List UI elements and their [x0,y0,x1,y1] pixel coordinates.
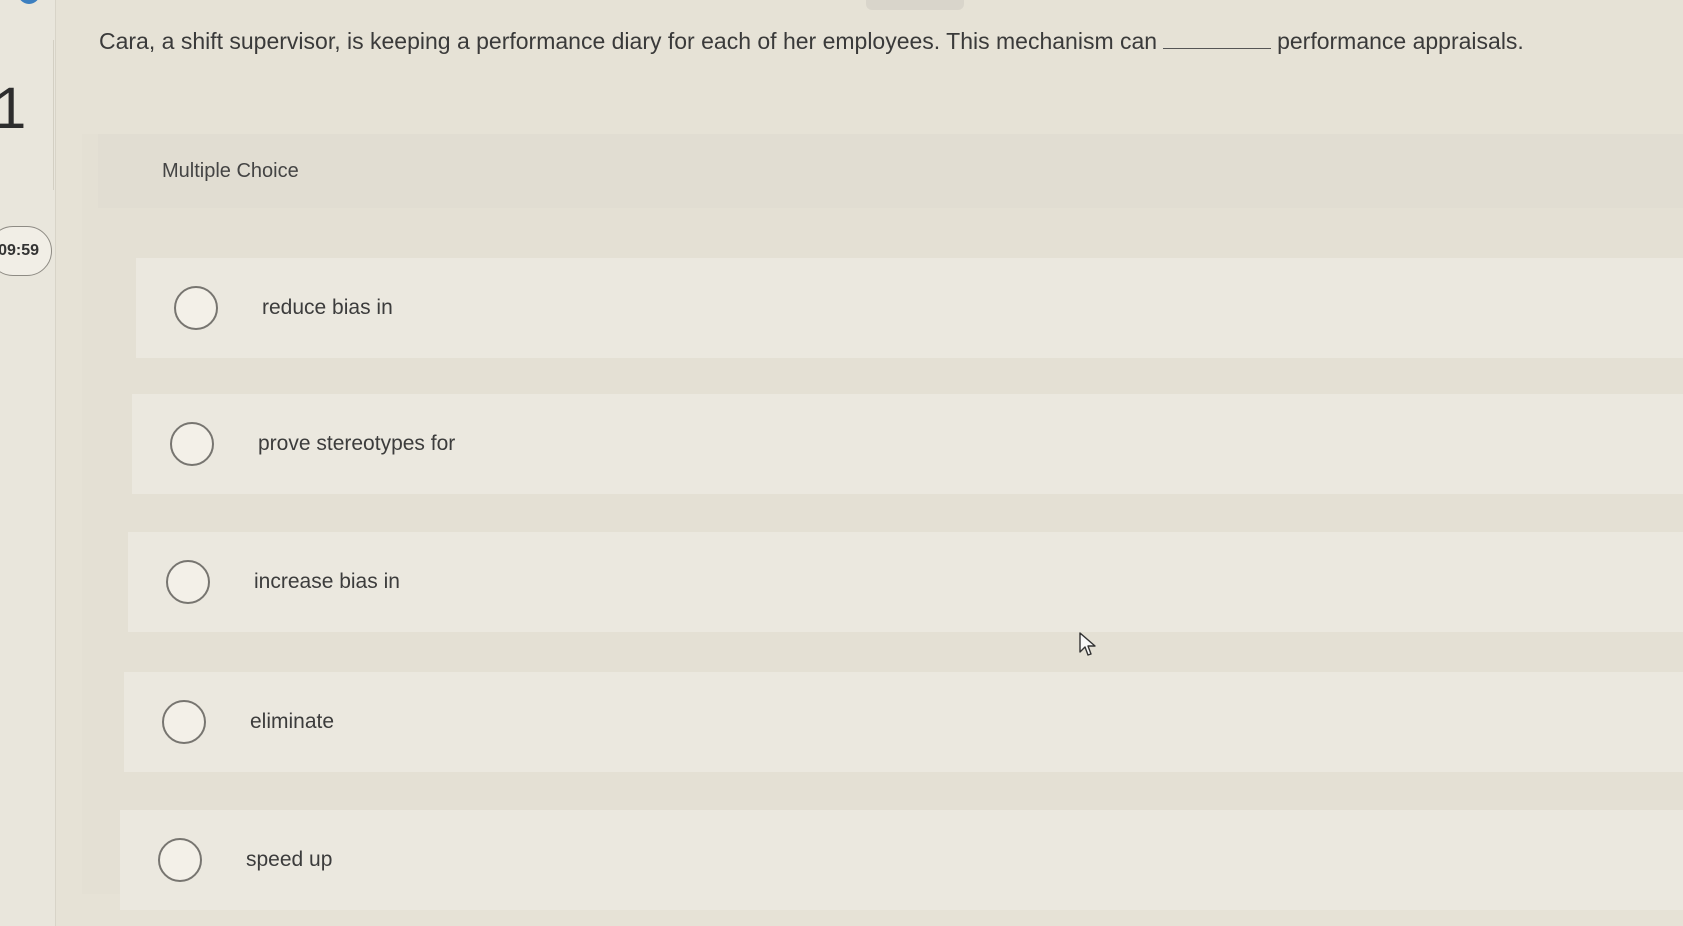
top-tab[interactable] [866,0,964,10]
timer-badge: 09:59 [0,226,52,276]
radio-button-a[interactable] [174,286,218,330]
question-sidebar: 1 [0,0,56,926]
choice-label-b: prove stereotypes for [258,432,456,455]
choice-label-e: speed up [246,848,333,871]
page: 1 09:59 Cara, a shift supervisor, is kee… [0,0,1683,926]
choice-label-c: increase bias in [254,570,400,593]
choice-option-e[interactable]: speed up [120,810,1683,910]
top-indicator [18,0,40,4]
radio-button-d[interactable] [162,700,206,744]
choice-label-d: eliminate [250,710,335,733]
radio-button-c[interactable] [166,560,210,604]
choice-option-c[interactable]: increase bias in [128,532,1683,632]
mouse-cursor-icon [1079,632,1096,656]
question-type-label: Multiple Choice [162,160,299,182]
question-number: 1 [0,76,27,141]
radio-button-e[interactable] [158,838,202,882]
choice-option-d[interactable]: eliminate [124,672,1683,772]
choice-option-b[interactable]: prove stereotypes for [132,394,1683,494]
choice-label-a: reduce bias in [262,296,393,319]
question-text-after: performance appraisals. [1277,28,1524,54]
question-prompt: Cara, a shift supervisor, is keeping a p… [99,28,1659,55]
answer-panel-header [98,134,1683,208]
answer-panel [82,134,1683,894]
answer-blank [1163,48,1272,49]
radio-button-b[interactable] [170,422,214,466]
choice-option-a[interactable]: reduce bias in [136,258,1683,358]
question-text-before: Cara, a shift supervisor, is keeping a p… [99,28,1158,54]
